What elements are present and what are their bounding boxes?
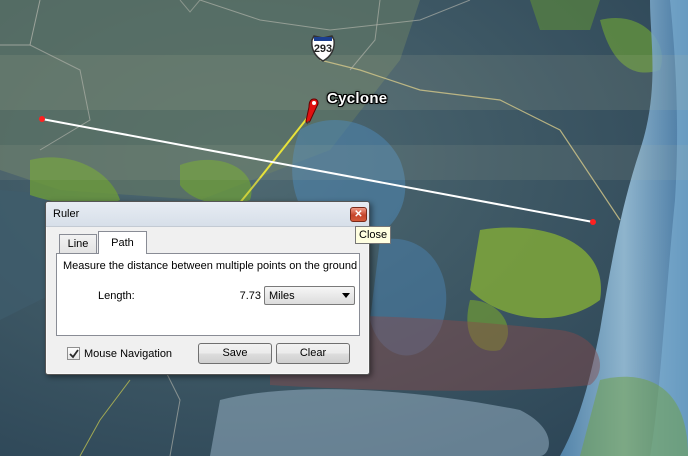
mouse-navigation-checkbox[interactable] — [67, 347, 80, 360]
dialog-title: Ruler — [53, 208, 80, 220]
measure-description: Measure the distance between multiple po… — [63, 260, 358, 272]
place-label[interactable]: Cyclone — [327, 90, 387, 107]
measure-point-start[interactable] — [39, 116, 45, 122]
road-shield-number: 293 — [313, 43, 333, 55]
measure-point-end[interactable] — [590, 219, 596, 225]
unit-select[interactable]: Miles — [264, 286, 355, 305]
ruler-dialog: Ruler ✕ Line Path Measure the distance b… — [45, 201, 370, 375]
tab-line[interactable]: Line — [59, 234, 97, 253]
path-tab-panel: Measure the distance between multiple po… — [56, 253, 360, 336]
save-button[interactable]: Save — [198, 343, 272, 364]
clear-button[interactable]: Clear — [276, 343, 350, 364]
length-value: 7.73 — [239, 290, 261, 302]
close-button[interactable]: ✕ — [350, 207, 367, 222]
chevron-down-icon — [342, 293, 350, 298]
dialog-titlebar[interactable]: Ruler ✕ — [46, 202, 369, 227]
tab-path[interactable]: Path — [98, 231, 147, 254]
checkmark-icon — [69, 349, 79, 359]
length-label: Length: — [98, 290, 135, 302]
unit-selected-value: Miles — [269, 290, 295, 302]
close-icon: ✕ — [354, 209, 363, 220]
interstate-shield-icon: 293 — [310, 34, 336, 62]
mouse-navigation-label[interactable]: Mouse Navigation — [84, 348, 172, 360]
place-marker-icon[interactable] — [300, 97, 322, 125]
close-tooltip: Close — [355, 226, 392, 244]
